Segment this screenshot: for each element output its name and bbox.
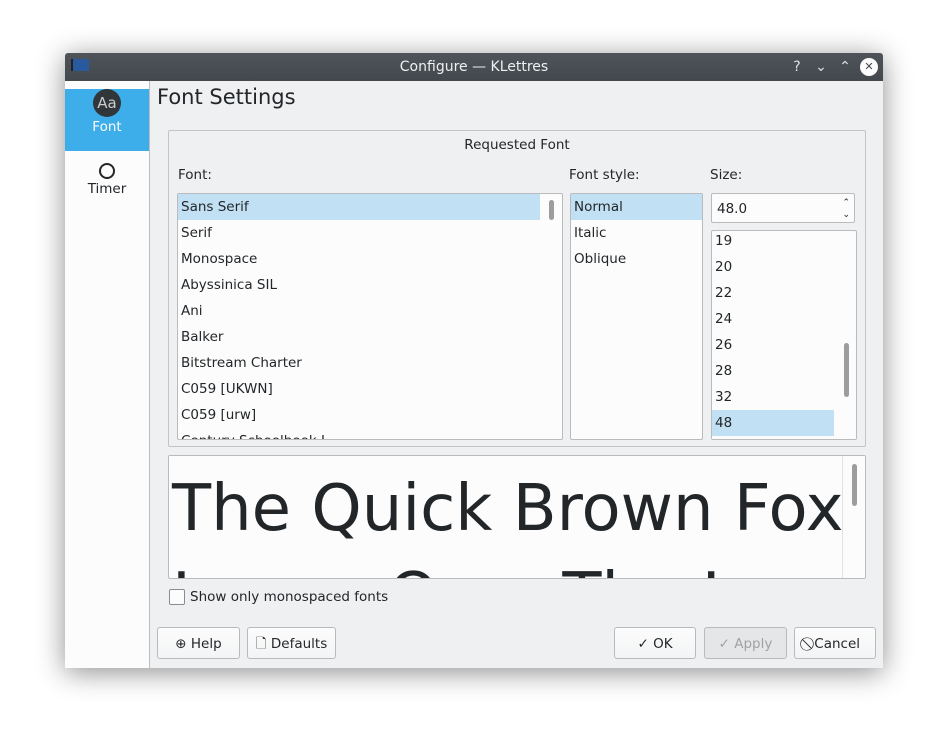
- window-title: Configure — KLettres: [399, 59, 549, 75]
- list-item[interactable]: 22: [712, 280, 834, 306]
- cancel-label: Cancel: [814, 636, 861, 652]
- list-item[interactable]: 26: [712, 332, 834, 358]
- app-flag-icon: [71, 59, 89, 71]
- preview-scrollbar[interactable]: [852, 464, 857, 506]
- group-title: Requested Font: [464, 137, 570, 153]
- list-item[interactable]: Sans Serif: [178, 194, 540, 220]
- size-value: 48.0: [717, 201, 748, 217]
- timer-icon: [99, 163, 115, 179]
- size-list[interactable]: 19 20 22 24 26 28 32 48: [711, 230, 857, 440]
- list-item[interactable]: 48: [712, 410, 834, 436]
- sidebar-item-label: Timer: [87, 181, 127, 197]
- list-item[interactable]: 28: [712, 358, 834, 384]
- list-item[interactable]: Ani: [178, 298, 562, 324]
- font-style-list[interactable]: Normal Italic Oblique: [570, 193, 703, 440]
- requested-font-group: Requested Font Font: Font style: Size: S…: [168, 130, 866, 447]
- cancel-button[interactable]: ⃠ Cancel: [794, 627, 876, 659]
- list-item[interactable]: C059 [urw]: [178, 402, 562, 428]
- check-icon: ✓: [637, 636, 654, 652]
- minimize-icon[interactable]: ⌄: [812, 58, 830, 76]
- font-list[interactable]: Sans Serif Serif Monospace Abyssinica SI…: [177, 193, 563, 440]
- preview-line-2: Jumps Over The Lazy Dog: [169, 557, 865, 578]
- help-button[interactable]: ⊕ Help: [157, 627, 240, 659]
- apply-button[interactable]: ✓ Apply: [704, 627, 787, 659]
- list-item[interactable]: Monospace: [178, 246, 562, 272]
- document-revert-icon: 🗋: [255, 636, 271, 652]
- size-list-scrollbar[interactable]: [844, 343, 849, 397]
- list-item[interactable]: C059 [UKWN]: [178, 376, 562, 402]
- close-icon[interactable]: ✕: [860, 58, 878, 76]
- maximize-icon[interactable]: ⌃: [836, 58, 854, 76]
- list-item[interactable]: Oblique: [571, 246, 702, 272]
- font-style-label: Font style:: [569, 167, 640, 183]
- list-item[interactable]: Normal: [571, 194, 702, 220]
- monospace-checkbox[interactable]: Show only monospaced fonts: [169, 589, 388, 605]
- list-item[interactable]: Century Schoolbook L: [178, 428, 562, 439]
- defaults-label: Defaults: [270, 636, 328, 652]
- list-item[interactable]: Serif: [178, 220, 562, 246]
- defaults-button[interactable]: 🗋 Defaults: [247, 627, 336, 659]
- list-item[interactable]: Italic: [571, 220, 702, 246]
- list-item[interactable]: Bitstream Charter: [178, 350, 562, 376]
- font-label: Font:: [178, 167, 212, 183]
- list-item[interactable]: Balker: [178, 324, 562, 350]
- list-item[interactable]: Abyssinica SIL: [178, 272, 562, 298]
- ok-label: OK: [653, 636, 673, 652]
- list-item[interactable]: 32: [712, 384, 834, 410]
- sidebar-item-font[interactable]: Aa Font: [65, 89, 149, 151]
- list-item[interactable]: 20: [712, 254, 834, 280]
- configure-dialog: Configure — KLettres ? ⌄ ⌃ ✕ Aa Font Tim…: [65, 53, 883, 668]
- font-icon: Aa: [93, 89, 121, 117]
- checkbox-box[interactable]: [169, 589, 185, 605]
- checkbox-label: Show only monospaced fonts: [190, 589, 389, 605]
- font-list-scrollbar[interactable]: [549, 200, 554, 220]
- list-item[interactable]: 19: [712, 231, 834, 254]
- font-preview[interactable]: The Quick Brown Fox Jumps Over The Lazy …: [168, 455, 866, 579]
- sidebar: Aa Font Timer: [65, 81, 150, 668]
- help-icon[interactable]: ?: [788, 58, 806, 76]
- sidebar-item-timer[interactable]: Timer: [65, 161, 149, 223]
- spin-arrows-icon[interactable]: ⌃ ⌄: [842, 194, 850, 221]
- ok-button[interactable]: ✓ OK: [614, 627, 696, 659]
- page-title: Font Settings: [157, 85, 296, 109]
- lifebuoy-icon: ⊕: [175, 636, 191, 652]
- list-item[interactable]: 24: [712, 306, 834, 332]
- title-bar: Configure — KLettres ? ⌄ ⌃ ✕: [65, 53, 883, 81]
- sidebar-item-label: Font: [92, 119, 122, 135]
- size-spinbox[interactable]: 48.0 ⌃ ⌄: [711, 193, 855, 223]
- preview-line-1: The Quick Brown Fox: [172, 472, 844, 546]
- apply-label: Apply: [734, 636, 773, 652]
- help-label: Help: [190, 636, 222, 652]
- size-label: Size:: [710, 167, 743, 183]
- check-icon: ✓: [718, 636, 735, 652]
